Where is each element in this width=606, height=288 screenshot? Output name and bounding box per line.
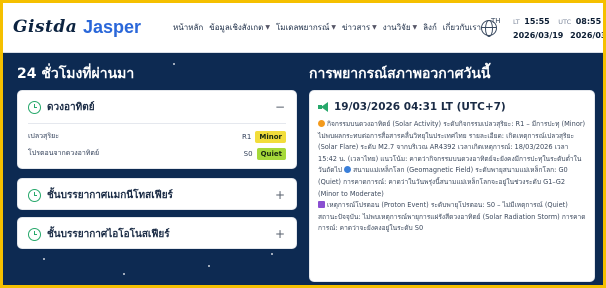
app-frame: Gistda Jasper หน้าหลัก ข้อมูลเชิงสังเกต ▼…	[3, 3, 603, 285]
nav-item-news[interactable]: ข่าวสาร ▼	[342, 21, 377, 34]
jasper-logo[interactable]: Jasper	[83, 17, 141, 38]
solar-flare-code: R1	[242, 132, 252, 141]
lt-label: LT	[513, 18, 520, 26]
collapse-toggle[interactable]: −	[274, 100, 286, 114]
nav-item-observations[interactable]: ข้อมูลเชิงสังเกต ▼	[209, 21, 270, 34]
chevron-down-icon: ▼	[265, 24, 270, 31]
forecast-body: กิจกรรมบนดวงอาทิตย์ (Solar Activity) ระด…	[318, 119, 586, 235]
sun-card-header[interactable]: ดวงอาทิตย์ −	[18, 91, 296, 123]
nav-item-links[interactable]: ลิงก์	[423, 21, 437, 34]
megaphone-icon	[318, 102, 330, 112]
lt-time: 15:55	[524, 17, 550, 26]
language-code[interactable]: TH	[491, 17, 501, 25]
proton-icon	[318, 201, 325, 209]
nav-item-home[interactable]: หน้าหลัก	[173, 21, 203, 34]
background-star	[208, 265, 210, 267]
nav-item-about[interactable]: เกี่ยวกับเรา	[443, 21, 481, 34]
clock-icon	[28, 188, 41, 202]
sun-card: ดวงอาทิตย์ − เปลวสุริยะ R1 Minor โปรตอนจ…	[17, 90, 297, 169]
forecast-panel: 19/03/2026 04:31 LT (UTC+7) กิจกรรมบนดวง…	[309, 90, 595, 282]
background-star	[123, 273, 125, 275]
solar-flare-label: เปลวสุริยะ	[28, 132, 59, 140]
ionosphere-card-header[interactable]: ชั้นบรรยากาศไอโอโนสเฟียร์ +	[18, 218, 296, 250]
solar-flare-row: เปลวสุริยะ R1 Minor	[18, 128, 296, 145]
solar-proton-label: โปรตอนจากดวงอาทิตย์	[28, 149, 100, 157]
gistda-logo[interactable]: Gistda	[13, 17, 77, 37]
magnetosphere-card-header[interactable]: ชั้นบรรยากาศแมกนีโทสเฟียร์ +	[18, 179, 296, 211]
background-star	[271, 253, 273, 255]
utc-label: UTC	[558, 18, 572, 26]
magnetosphere-card-title: ชั้นบรรยากาศแมกนีโทสเฟียร์	[47, 189, 173, 201]
expand-toggle[interactable]: +	[274, 227, 286, 241]
clock-icon	[28, 100, 41, 114]
solar-proton-code: S0	[243, 149, 253, 158]
chevron-down-icon: ▼	[331, 24, 337, 31]
main-nav: หน้าหลัก ข้อมูลเชิงสังเกต ▼ โมเดลพยากรณ์ ▼…	[173, 21, 481, 34]
divider	[28, 123, 286, 124]
forecast-header: 19/03/2026 04:31 LT (UTC+7)	[318, 101, 586, 113]
past-24h-title: 24 ชั่วโมงที่ผ่านมา	[17, 66, 135, 82]
forecast-date: 19/03/2026 04:31 LT (UTC+7)	[334, 101, 506, 113]
chevron-down-icon: ▼	[372, 24, 377, 31]
solar-proton-row: โปรตอนจากดวงอาทิตย์ S0 Quiet	[18, 145, 296, 162]
sun-card-title: ดวงอาทิตย์	[47, 101, 95, 113]
clock-icon	[28, 227, 41, 241]
clock-display: LT 15:55 UTC 08:55 2026/03/19 2026/03/19	[513, 15, 603, 42]
nav-item-forecast-models[interactable]: โมเดลพยากรณ์ ▼	[276, 21, 336, 34]
ionosphere-card-title: ชั้นบรรยากาศไอโอโนสเฟียร์	[47, 228, 170, 240]
background-star	[173, 63, 175, 65]
proton-event-text: เหตุการณ์โปรตอน (Proton Event) ระดับพายุ…	[318, 201, 586, 233]
ionosphere-card[interactable]: ชั้นบรรยากาศไอโอโนสเฟียร์ +	[17, 217, 297, 249]
lt-date: 2026/03/19	[513, 31, 564, 40]
utc-time: 08:55	[575, 17, 602, 26]
geomagnetic-text: สนามแม่เหล็กโลก (Geomagnetic Field) ระดั…	[318, 166, 568, 198]
top-header: Gistda Jasper หน้าหลัก ข้อมูลเชิงสังเกต ▼…	[3, 3, 603, 53]
expand-toggle[interactable]: +	[274, 188, 286, 202]
background-star	[43, 258, 45, 260]
chevron-down-icon: ▼	[412, 24, 418, 31]
earth-icon	[344, 166, 352, 174]
utc-date: 2026/03/19	[570, 31, 603, 40]
sun-icon	[318, 120, 325, 127]
today-forecast-title: การพยากรณ์สภาพอวกาศวันนี้	[309, 66, 491, 82]
magnetosphere-card[interactable]: ชั้นบรรยากาศแมกนีโทสเฟียร์ +	[17, 178, 297, 210]
nav-item-research[interactable]: งานวิจัย ▼	[383, 21, 417, 34]
status-badge: Quiet	[256, 147, 286, 160]
status-badge: Minor	[255, 130, 286, 143]
